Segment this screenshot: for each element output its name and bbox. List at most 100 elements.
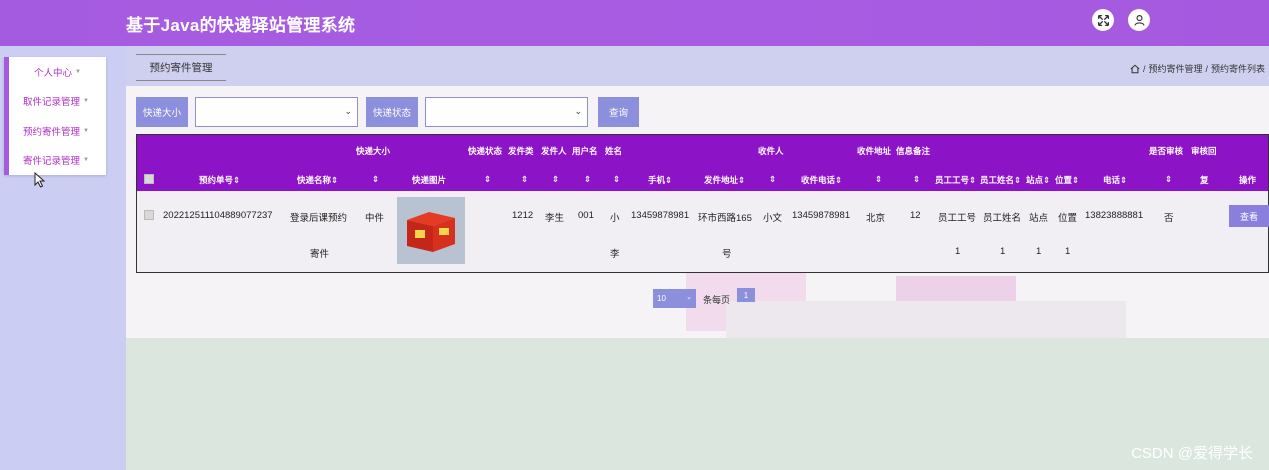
column-header-reply2: 复 — [1200, 175, 1209, 185]
express-photo-thumbnail[interactable] — [397, 197, 465, 264]
column-header-fajianlei[interactable]: 发件类 — [508, 145, 534, 157]
cell-sender: 李生 — [545, 213, 565, 224]
sidebar-item-personal-center[interactable]: 个人中心 ▼ — [9, 57, 106, 87]
home-icon[interactable] — [1130, 64, 1140, 74]
column-header-emp-name[interactable]: 员工姓名⇕ — [980, 174, 1021, 186]
user-icon — [1133, 14, 1145, 26]
cell-emp-name: 1 — [1000, 246, 1006, 257]
row-checkbox[interactable] — [144, 210, 154, 220]
cell-size: 中件 — [365, 213, 385, 224]
cell-username: 001 — [578, 210, 594, 221]
cell-emp-no: 员工工号 — [938, 213, 977, 224]
watermark: CSDN @爱得学长 — [1131, 445, 1253, 462]
sidebar-item-label: 预约寄件管理 — [23, 126, 81, 138]
sort-icon[interactable]: ⇕ — [521, 174, 528, 185]
query-button[interactable]: 查询 — [598, 97, 639, 127]
column-header-sender[interactable]: 发件人 — [541, 145, 567, 157]
caret-down-icon: ▼ — [75, 68, 81, 75]
user-profile-button[interactable] — [1128, 9, 1150, 31]
package-image — [403, 205, 459, 256]
cell-send-addr: 号 — [722, 249, 732, 260]
sort-icon[interactable]: ⇕ — [769, 174, 776, 185]
column-header-info-note[interactable]: 信息备注 — [896, 145, 930, 157]
mouse-cursor-icon — [34, 172, 46, 188]
sidebar-item-send-records[interactable]: 寄件记录管理 ▼ — [9, 146, 106, 176]
fullscreen-button[interactable] — [1092, 9, 1114, 31]
chevron-down-icon: ⌄ — [344, 106, 352, 116]
column-header-op: 操作 — [1239, 175, 1257, 185]
cell-audit: 否 — [1164, 213, 1174, 224]
column-header-station[interactable]: 站点⇕ — [1026, 174, 1050, 186]
background-decoration — [726, 301, 1126, 338]
column-header-audit[interactable]: 是否审核 — [1149, 145, 1183, 157]
view-button[interactable]: 查看 — [1229, 205, 1269, 227]
column-header-username[interactable]: 用户名 — [572, 145, 598, 157]
sidebar-item-label: 取件记录管理 — [23, 97, 81, 109]
column-header-status[interactable]: 快递状态 — [468, 145, 502, 157]
table-header: 快递大小 快递状态 发件类 发件人 用户名 姓名 收件人 收件地址 信息备注 是… — [137, 135, 1268, 191]
column-header-phone[interactable]: 手机⇕ — [648, 174, 672, 186]
column-header-name[interactable]: 姓名 — [605, 145, 622, 157]
cell-station: 站点 — [1029, 213, 1049, 224]
breadcrumb-bar: 预约寄件管理 / 预约寄件管理 / 预约寄件列表 — [126, 46, 1269, 86]
chevron-down-icon: ⌄ — [574, 106, 582, 116]
sidebar-item-send-reservations[interactable]: 预约寄件管理 ▼ — [9, 116, 106, 146]
chevron-down-icon: ⌄ — [686, 294, 692, 301]
page-tab[interactable]: 预约寄件管理 — [136, 54, 226, 81]
page-number-button[interactable]: 1 — [737, 288, 755, 302]
page-size-value: 10 — [657, 294, 666, 303]
cell-fajianlei: 1212 — [512, 210, 534, 221]
main-content: 预约寄件管理 / 预约寄件管理 / 预约寄件列表 快递大小 ⌄ 快递状态 ⌄ 查… — [126, 46, 1269, 470]
sort-icon[interactable]: ⇕ — [584, 174, 591, 185]
column-header-receiver[interactable]: 收件人 — [758, 145, 784, 157]
cell-emp-no: 1 — [955, 246, 961, 257]
cell-info-note: 12 — [910, 210, 921, 221]
column-header-send-addr[interactable]: 发件地址⇕ — [704, 174, 745, 186]
sort-icon[interactable]: ⇕ — [552, 174, 559, 185]
data-table: 快递大小 快递状态 发件类 发件人 用户名 姓名 收件人 收件地址 信息备注 是… — [136, 134, 1269, 273]
express-size-label: 快递大小 — [136, 97, 188, 127]
sort-icon[interactable]: ⇕ — [484, 174, 491, 185]
column-header-position[interactable]: 位置⇕ — [1055, 174, 1079, 186]
cell-express-name: 寄件 — [310, 249, 330, 260]
per-page-label: 条每页 — [703, 295, 731, 305]
express-size-select[interactable]: ⌄ — [195, 97, 358, 127]
sort-icon[interactable]: ⇕ — [913, 174, 920, 185]
sidebar-item-pickup-records[interactable]: 取件记录管理 ▼ — [9, 87, 106, 117]
sort-icon[interactable]: ⇕ — [1165, 174, 1172, 185]
cell-send-addr: 环市西路165 — [698, 213, 752, 224]
cell-position: 1 — [1065, 246, 1071, 257]
breadcrumb-sep: / — [1142, 63, 1146, 74]
column-header-recv-phone[interactable]: 收件电话⇕ — [801, 174, 842, 186]
column-header-emp-no[interactable]: 员工工号⇕ — [935, 174, 976, 186]
express-status-select[interactable]: ⌄ — [425, 97, 588, 127]
breadcrumb: / 预约寄件管理 / 预约寄件列表 — [1130, 62, 1265, 75]
cell-express-name: 登录后课预约 — [290, 213, 348, 224]
sidebar-menu: 个人中心 ▼ 取件记录管理 ▼ 预约寄件管理 ▼ 寄件记录管理 ▼ — [4, 57, 106, 175]
caret-down-icon: ▼ — [83, 157, 89, 164]
cell-receiver: 小文 — [763, 213, 783, 224]
sort-icon[interactable]: ⇕ — [875, 174, 882, 185]
caret-down-icon: ▼ — [83, 127, 89, 134]
app-title: 基于Java的快递驿站管理系统 — [126, 16, 356, 35]
caret-down-icon: ▼ — [83, 98, 89, 105]
select-all-checkbox[interactable] — [144, 174, 154, 184]
cell-emp-name: 员工姓名 — [983, 213, 1022, 224]
breadcrumb-parent[interactable]: 预约寄件管理 — [1148, 62, 1202, 75]
cell-station: 1 — [1036, 246, 1042, 257]
cell-recv-phone: 13459878981 — [792, 210, 851, 221]
column-header-reply[interactable]: 审核回 — [1191, 145, 1217, 157]
column-header-size[interactable]: 快递大小 — [356, 145, 390, 157]
top-header: 基于Java的快递驿站管理系统 — [0, 0, 1269, 46]
cell-name: 李 — [610, 249, 620, 260]
cell-name: 小 — [610, 213, 620, 224]
column-header-tel[interactable]: 电话⇕ — [1103, 174, 1127, 186]
column-header-photo: 快递图片 — [412, 175, 447, 185]
sort-icon[interactable]: ⇕ — [613, 174, 620, 185]
page-size-select[interactable]: 10 ⌄ — [653, 289, 696, 308]
cell-recv-addr: 北京 — [866, 213, 886, 224]
column-header-order-no[interactable]: 预约单号⇕ — [199, 174, 240, 186]
column-header-express-name[interactable]: 快递名称⇕ — [297, 174, 338, 186]
column-header-recv-addr[interactable]: 收件地址 — [857, 145, 891, 157]
sort-icon[interactable]: ⇕ — [372, 174, 379, 185]
